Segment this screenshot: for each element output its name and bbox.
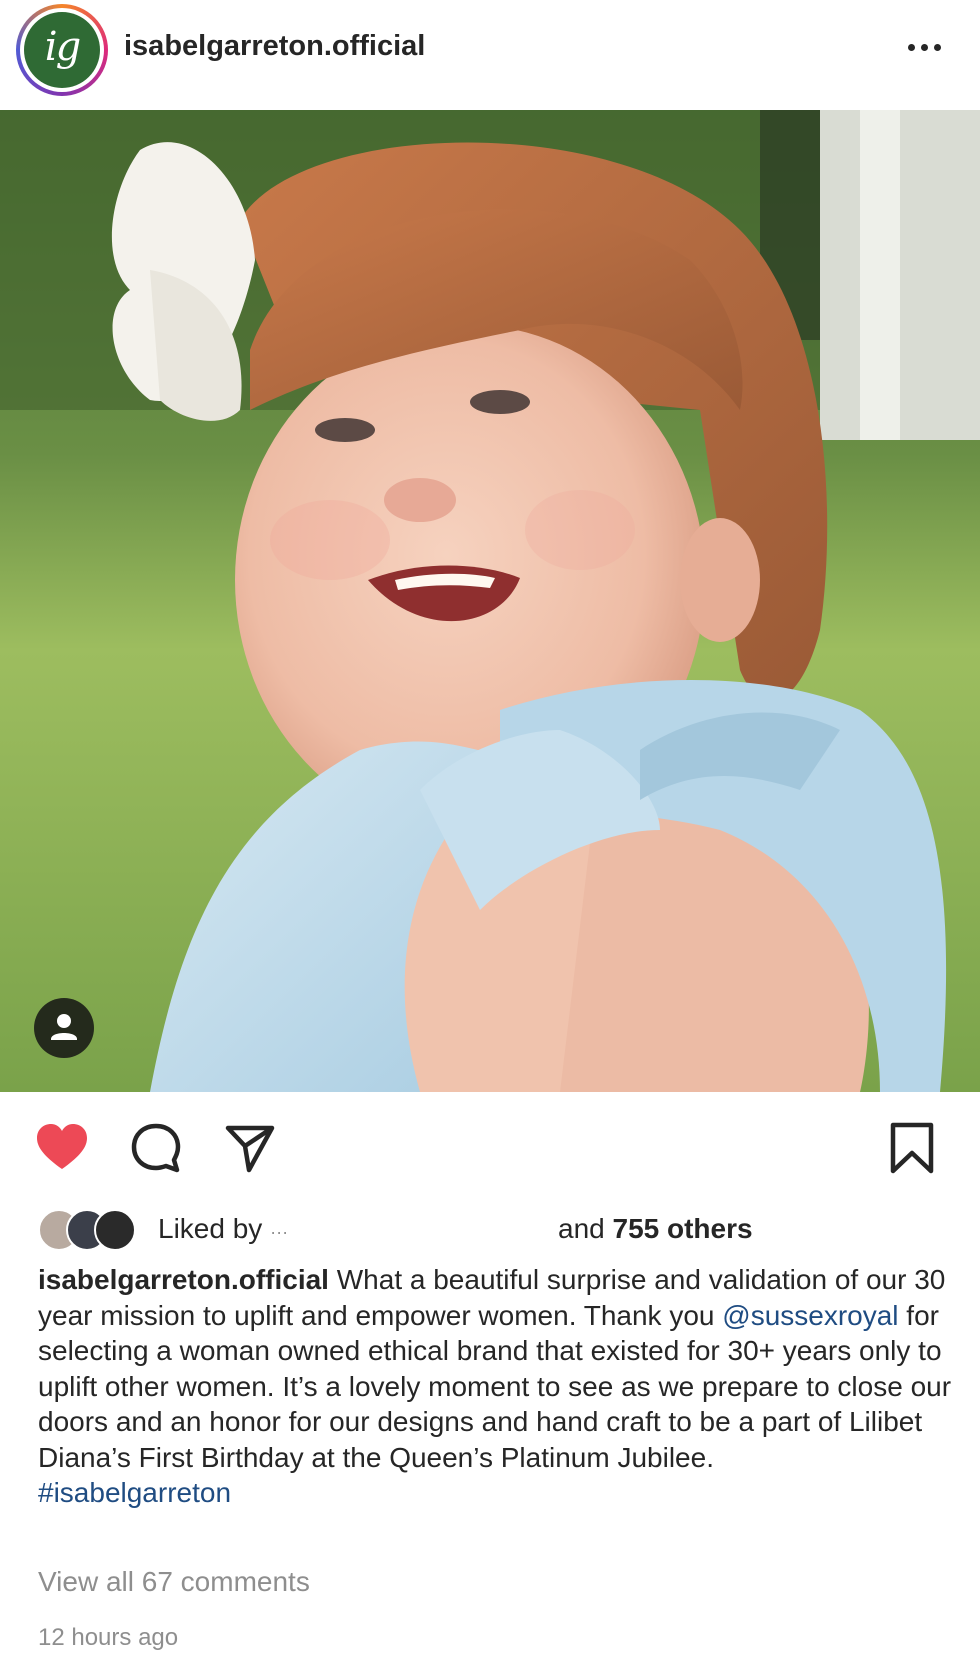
post-caption: isabelgarreton.official What a beautiful… [38,1262,958,1511]
caption-mention[interactable]: @sussexroyal [722,1300,898,1331]
redacted-username: ··· [270,1222,289,1242]
paper-plane-icon[interactable] [222,1120,278,1176]
liked-by-row[interactable]: Liked by ··· and 755 others [38,1205,968,1253]
caption-username[interactable]: isabelgarreton.official [38,1264,329,1295]
person-tag-icon[interactable] [34,998,94,1058]
post-header: ig isabelgarreton.official [0,0,980,110]
avatar-monogram: ig [44,24,81,70]
profile-avatar[interactable]: ig [16,4,108,96]
heart-filled-icon[interactable] [34,1120,90,1176]
caption-hashtag[interactable]: #isabelgarreton [38,1477,231,1508]
post-username[interactable]: isabelgarreton.official [124,30,425,63]
comment-bubble-icon[interactable] [128,1120,184,1176]
liker-avatar [94,1209,136,1251]
action-bar [0,1108,980,1188]
post-image[interactable] [0,110,980,1092]
likes-others-count[interactable]: 755 others [613,1213,753,1244]
liked-by-prefix: Liked by [158,1213,263,1244]
post-timestamp: 12 hours ago [38,1624,179,1651]
liked-others-label[interactable]: and 755 others [558,1213,753,1245]
more-horizontal-icon[interactable] [900,38,950,58]
view-all-comments-link[interactable]: View all 67 comments [38,1566,310,1598]
liked-by-label: Liked by ··· [158,1213,288,1245]
bookmark-icon[interactable] [884,1120,940,1176]
likes-and: and [558,1213,605,1244]
baby-photo [0,110,980,1092]
brand-logo: ig [24,12,100,88]
